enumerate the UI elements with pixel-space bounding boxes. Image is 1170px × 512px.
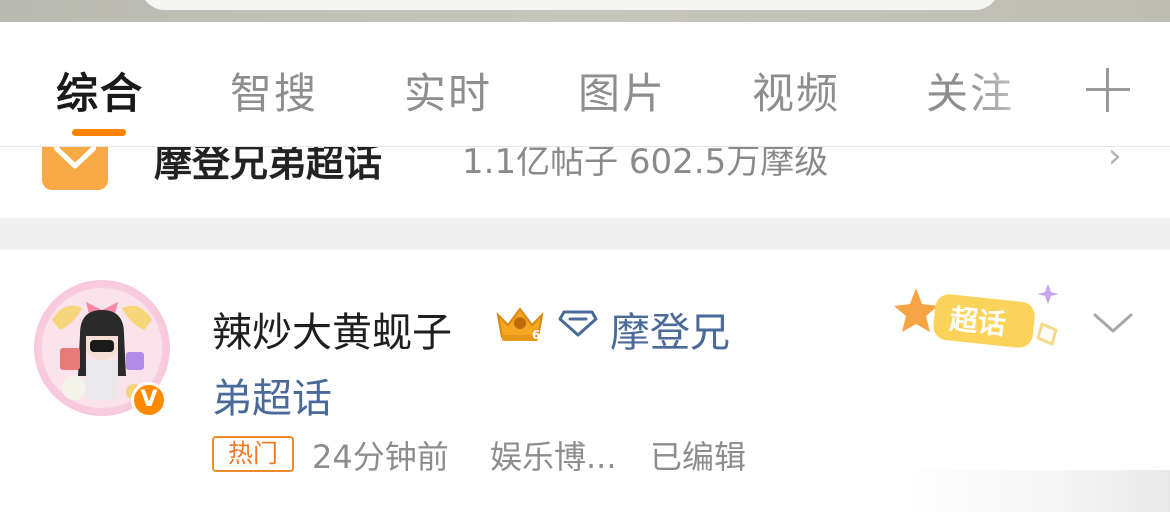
supertopic-sticker: 超话 (892, 278, 1072, 362)
diamond-supertopic-icon (558, 308, 598, 342)
svg-text:6: 6 (532, 328, 540, 342)
plus-icon[interactable] (1086, 68, 1130, 112)
crown-level-icon: 6 (494, 303, 546, 347)
supertopic-sticker-label: 超话 (948, 303, 1007, 342)
tab-bar: 综合 智搜 实时 图片 视频 关注 (0, 22, 1170, 146)
chevron-right-icon: › (1108, 146, 1122, 176)
section-separator (0, 218, 1170, 250)
post-source[interactable]: 娱乐博... (490, 432, 617, 478)
supertopic-name: 摩登兄弟超话 (154, 146, 383, 185)
supertopic-stats: 1.1亿帖子 602.5万摩级 (462, 146, 829, 182)
search-area-background (0, 0, 1170, 22)
tab-images[interactable]: 图片 (578, 60, 666, 121)
blurred-overlay (890, 470, 1170, 512)
tab-fade-overlay (960, 62, 1070, 132)
tab-smart-search[interactable]: 智搜 (230, 60, 318, 121)
active-tab-indicator (72, 129, 126, 136)
post-time: 24分钟前 (312, 438, 449, 476)
post-edited[interactable]: 已编辑 (650, 432, 746, 478)
supertopic-logo-icon (42, 146, 108, 190)
chevron-down-icon[interactable] (1093, 312, 1133, 338)
post-username[interactable]: 辣炒大黄蚬子 (212, 300, 452, 358)
supertopic-link[interactable]: 摩登兄 (610, 300, 730, 358)
search-bar[interactable] (140, 0, 1000, 10)
supertopic-card[interactable]: 摩登兄弟超话 1.1亿帖子 602.5万摩级 › (0, 146, 1170, 218)
tab-comprehensive[interactable]: 综合 (56, 60, 144, 121)
verified-badge: V (131, 382, 167, 418)
tab-videos[interactable]: 视频 (752, 60, 840, 121)
tabbar-divider (0, 146, 1170, 147)
tab-realtime[interactable]: 实时 (404, 60, 492, 121)
supertopic-link-continued[interactable]: 弟超话 (212, 366, 332, 424)
hot-tag: 热门 (212, 436, 294, 472)
